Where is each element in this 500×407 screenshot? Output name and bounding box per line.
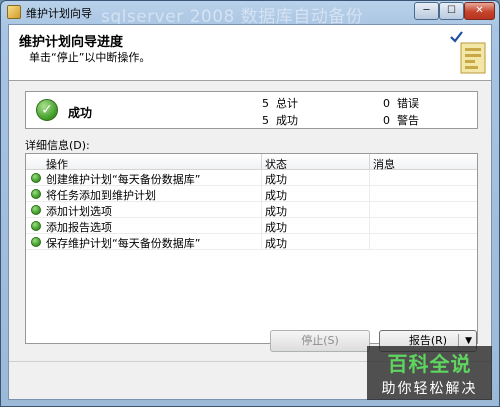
- row-status: 成功: [265, 173, 287, 186]
- row-status: 成功: [265, 189, 287, 202]
- summary-status: 成功: [68, 106, 93, 120]
- error-label: 错误: [397, 97, 419, 110]
- total-count: 5: [262, 97, 269, 110]
- row-action: 添加报告选项: [46, 221, 112, 234]
- table-row[interactable]: 添加报告选项 成功: [26, 218, 477, 234]
- row-action: 创建维护计划“每天备份数据库”: [46, 173, 201, 186]
- total-label: 总计: [276, 97, 298, 110]
- table-row[interactable]: 保存维护计划“每天备份数据库” 成功: [26, 234, 477, 250]
- success-label: 成功: [276, 114, 298, 127]
- row-action: 将任务添加到维护计划: [46, 189, 156, 202]
- total-stat: 5 总计: [262, 95, 298, 111]
- table-row[interactable]: 将任务添加到维护计划 成功: [26, 186, 477, 202]
- warning-stat: 0 警告: [383, 112, 419, 128]
- table-row[interactable]: 创建维护计划“每天备份数据库” 成功: [26, 170, 477, 186]
- wizard-illustration-icon: [450, 31, 486, 74]
- success-icon: [31, 173, 41, 183]
- warning-label: 警告: [397, 114, 419, 127]
- success-icon: [31, 237, 41, 247]
- error-stat: 0 错误: [383, 95, 419, 111]
- app-icon: [7, 5, 21, 19]
- maximize-button[interactable]: ☐: [439, 2, 464, 20]
- row-status: 成功: [265, 237, 287, 250]
- warning-count: 0: [383, 114, 390, 127]
- wizard-header: 维护计划向导进度 单击“停止”以中断操作。: [9, 25, 491, 81]
- wizard-window: 维护计划向导 sqlserver 2008 数据库自动备份 ─ ☐ ✕ 维护计划…: [0, 0, 500, 407]
- cell-divider: [369, 218, 370, 234]
- row-status: 成功: [265, 221, 287, 234]
- watermark: 百科全说 助你轻松解决: [367, 346, 492, 400]
- progress-summary: ✓ 成功 5 总计 5 成功 0 错误 0 警告: [25, 91, 478, 129]
- grid-header: 操作 状态 消息: [26, 154, 477, 171]
- table-row[interactable]: 添加计划选项 成功: [26, 202, 477, 218]
- cell-divider: [261, 218, 262, 234]
- watermark-line1: 百科全说: [387, 352, 472, 376]
- cell-divider: [261, 186, 262, 202]
- cell-divider: [261, 234, 262, 250]
- cell-divider: [369, 170, 370, 186]
- close-button[interactable]: ✕: [464, 2, 495, 20]
- cell-divider: [369, 186, 370, 202]
- row-action: 添加计划选项: [46, 205, 112, 218]
- success-icon: [31, 205, 41, 215]
- success-icon: [31, 221, 41, 231]
- success-icon: [31, 189, 41, 199]
- error-count: 0: [383, 97, 390, 110]
- minimize-button[interactable]: ─: [414, 2, 439, 20]
- column-divider[interactable]: [261, 154, 262, 170]
- row-status: 成功: [265, 205, 287, 218]
- watermark-line2: 助你轻松解决: [381, 381, 478, 397]
- title-bar[interactable]: 维护计划向导 sqlserver 2008 数据库自动备份 ─ ☐ ✕: [1, 1, 499, 27]
- page-subtitle: 单击“停止”以中断操作。: [29, 51, 151, 64]
- cell-divider: [261, 170, 262, 186]
- page-title: 维护计划向导进度: [19, 35, 124, 50]
- success-count: 5: [262, 114, 269, 127]
- window-title: 维护计划向导: [26, 7, 92, 20]
- details-label: 详细信息(D):: [25, 139, 90, 152]
- cell-divider: [369, 234, 370, 250]
- cell-divider: [369, 202, 370, 218]
- success-stat: 5 成功: [262, 112, 298, 128]
- column-divider[interactable]: [369, 154, 370, 170]
- row-action: 保存维护计划“每天备份数据库”: [46, 237, 201, 250]
- details-grid[interactable]: 操作 状态 消息 创建维护计划“每天备份数据库” 成功 将任务添加到维护计划 成…: [25, 153, 478, 344]
- wizard-client-area: 维护计划向导进度 单击“停止”以中断操作。 ✓ 成功 5 总计 5 成功 0 错…: [8, 24, 492, 400]
- stop-button[interactable]: 停止(S): [270, 330, 370, 352]
- cell-divider: [261, 202, 262, 218]
- success-check-icon: ✓: [36, 99, 58, 121]
